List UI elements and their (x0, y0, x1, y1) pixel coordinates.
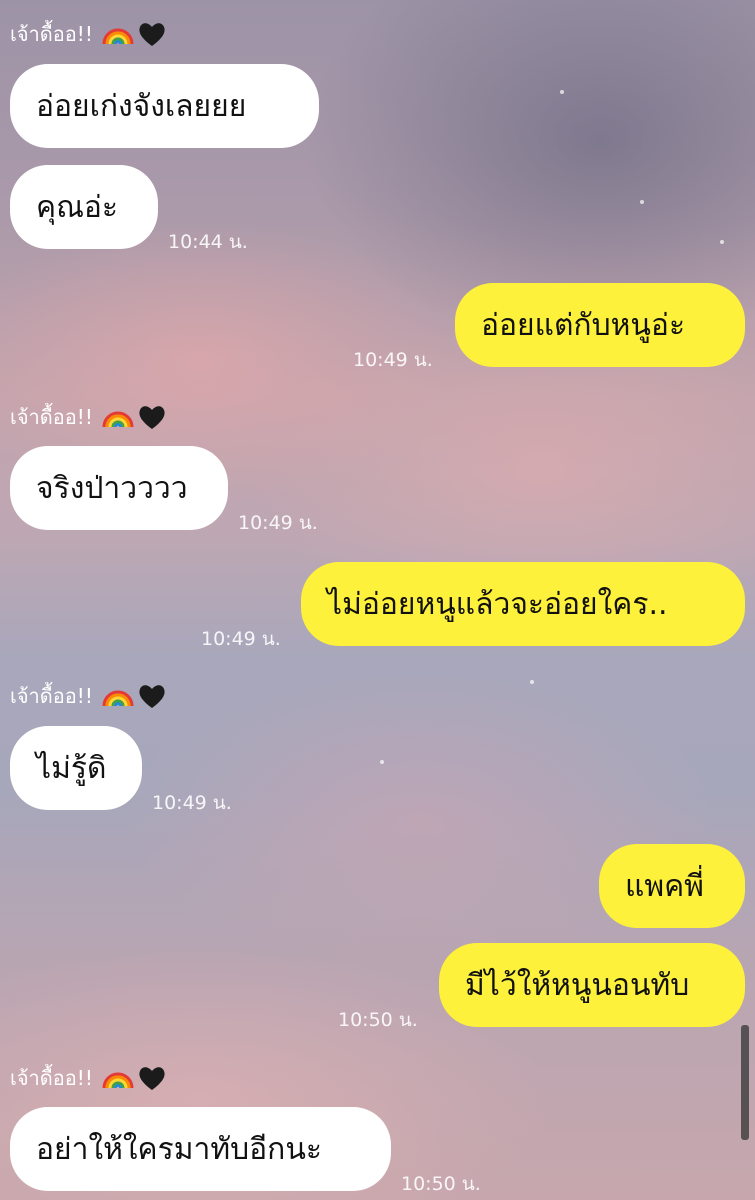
incoming-message-bubble[interactable]: ไม่รู้ดิ (10, 726, 142, 810)
incoming-message-bubble[interactable]: คุณอ่ะ (10, 165, 158, 249)
scrollbar-thumb[interactable] (741, 1025, 749, 1140)
incoming-message-bubble[interactable]: อ่อยเก่งจังเลยยย (10, 64, 319, 148)
sender-header: เจ้าดื้ออ!! (10, 678, 167, 714)
black-heart-icon (139, 23, 165, 46)
black-heart-icon (139, 685, 165, 708)
message-timestamp: 10:49 น. (201, 628, 281, 650)
sender-header: เจ้าดื้ออ!! (10, 16, 167, 52)
message-timestamp: 10:49 น. (238, 512, 318, 534)
message-timestamp: 10:50 น. (338, 1009, 418, 1031)
sender-header: เจ้าดื้ออ!! (10, 1060, 167, 1096)
sender-name: เจ้าดื้ออ!! (10, 22, 93, 46)
message-text: อย่าให้ใครมาทับอีกนะ (36, 1131, 322, 1167)
message-timestamp: 10:44 น. (168, 231, 248, 253)
incoming-message-bubble[interactable]: อย่าให้ใครมาทับอีกนะ (10, 1107, 391, 1191)
rainbow-icon (102, 28, 134, 45)
outgoing-message-bubble[interactable]: มีไว้ให้หนูนอนทับ (439, 943, 745, 1027)
sparkle (640, 200, 644, 204)
message-text: ไม่อ่อยหนูแล้วจะอ่อยใคร.. (327, 586, 668, 622)
sparkle (530, 680, 534, 684)
outgoing-message-bubble[interactable]: แพคพี่ (599, 844, 745, 928)
message-text: อ่อยแต่กับหนูอ่ะ (481, 307, 686, 343)
black-heart-icon (139, 1067, 165, 1090)
message-text: จริงป่าวววว (36, 470, 188, 506)
message-timestamp: 10:49 น. (353, 349, 433, 371)
sparkle (720, 240, 724, 244)
message-text: แพคพี่ (625, 868, 704, 904)
sender-name: เจ้าดื้ออ!! (10, 1066, 93, 1090)
outgoing-message-bubble[interactable]: อ่อยแต่กับหนูอ่ะ (455, 283, 745, 367)
message-timestamp: 10:49 น. (152, 792, 232, 814)
sender-name: เจ้าดื้ออ!! (10, 405, 93, 429)
rainbow-icon (102, 411, 134, 428)
sender-header: เจ้าดื้ออ!! (10, 399, 167, 435)
message-timestamp: 10:50 น. (401, 1173, 481, 1195)
incoming-message-bubble[interactable]: จริงป่าวววว (10, 446, 228, 530)
rainbow-icon (102, 1072, 134, 1089)
black-heart-icon (139, 406, 165, 429)
message-text: ไม่รู้ดิ (36, 750, 107, 786)
rainbow-icon (102, 690, 134, 707)
message-text: อ่อยเก่งจังเลยยย (36, 88, 247, 124)
outgoing-message-bubble[interactable]: ไม่อ่อยหนูแล้วจะอ่อยใคร.. (301, 562, 745, 646)
message-text: คุณอ่ะ (36, 189, 119, 225)
sparkle (380, 760, 384, 764)
sender-name: เจ้าดื้ออ!! (10, 684, 93, 708)
message-text: มีไว้ให้หนูนอนทับ (465, 967, 690, 1003)
sparkle (560, 90, 564, 94)
